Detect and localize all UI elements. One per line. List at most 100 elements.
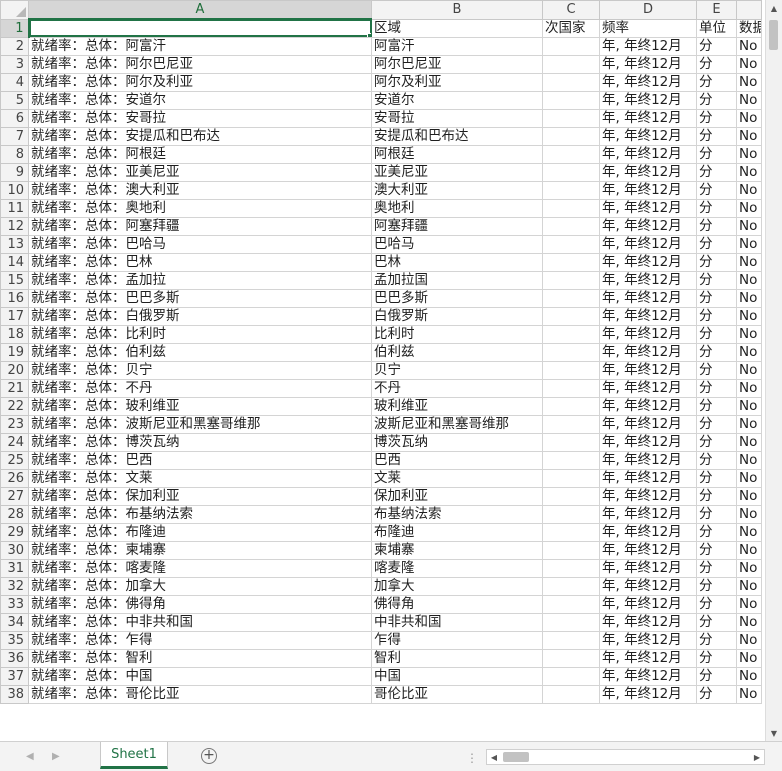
- cell-e[interactable]: 分: [696, 108, 737, 128]
- row-header[interactable]: 13: [0, 234, 29, 254]
- cell-c1[interactable]: 次国家: [542, 18, 600, 38]
- cell-b[interactable]: 布隆迪: [371, 522, 543, 542]
- cell-b[interactable]: 阿尔巴尼亚: [371, 54, 543, 74]
- cell-c[interactable]: [542, 252, 600, 272]
- cell-d[interactable]: 年, 年终12月: [599, 378, 697, 398]
- cell-c[interactable]: [542, 558, 600, 578]
- cell-f[interactable]: No: [736, 252, 762, 272]
- cell-f[interactable]: No: [736, 486, 762, 506]
- cell-f[interactable]: No: [736, 306, 762, 326]
- cell-f[interactable]: No: [736, 612, 762, 632]
- cell-c[interactable]: [542, 342, 600, 362]
- plus-circle-icon[interactable]: +: [201, 748, 217, 764]
- cell-f[interactable]: No: [736, 342, 762, 362]
- cell-b[interactable]: 中非共和国: [371, 612, 543, 632]
- cell-b[interactable]: 加拿大: [371, 576, 543, 596]
- cell-a1-selected[interactable]: [28, 18, 372, 38]
- cell-e[interactable]: 分: [696, 666, 737, 686]
- cell-a[interactable]: 就绪率：总体：阿塞拜疆: [28, 216, 372, 236]
- cell-b1[interactable]: 区域: [371, 18, 543, 38]
- cell-b[interactable]: 澳大利亚: [371, 180, 543, 200]
- cell-f[interactable]: No: [736, 216, 762, 236]
- cell-f[interactable]: No: [736, 630, 762, 650]
- cell-d1[interactable]: 频率: [599, 18, 697, 38]
- cell-e[interactable]: 分: [696, 612, 737, 632]
- cell-c[interactable]: [542, 666, 600, 686]
- cell-a[interactable]: 就绪率：总体：布隆迪: [28, 522, 372, 542]
- cell-b[interactable]: 喀麦隆: [371, 558, 543, 578]
- cell-e[interactable]: 分: [696, 450, 737, 470]
- column-header-a[interactable]: A: [28, 0, 372, 20]
- cell-a[interactable]: 就绪率：总体：巴林: [28, 252, 372, 272]
- column-header-f[interactable]: [736, 0, 762, 20]
- cell-a[interactable]: 就绪率：总体：比利时: [28, 324, 372, 344]
- cell-d[interactable]: 年, 年终12月: [599, 36, 697, 56]
- cell-a[interactable]: 就绪率：总体：白俄罗斯: [28, 306, 372, 326]
- row-header[interactable]: 2: [0, 36, 29, 56]
- cell-d[interactable]: 年, 年终12月: [599, 558, 697, 578]
- cell-c[interactable]: [542, 180, 600, 200]
- cell-a[interactable]: 就绪率：总体：安提瓜和巴布达: [28, 126, 372, 146]
- cell-f[interactable]: No: [736, 396, 762, 416]
- cell-b[interactable]: 阿塞拜疆: [371, 216, 543, 236]
- cell-d[interactable]: 年, 年终12月: [599, 576, 697, 596]
- cell-e[interactable]: 分: [696, 198, 737, 218]
- cell-c[interactable]: [542, 396, 600, 416]
- cell-b[interactable]: 乍得: [371, 630, 543, 650]
- cell-b[interactable]: 哥伦比亚: [371, 684, 543, 704]
- cell-c[interactable]: [542, 612, 600, 632]
- cell-c[interactable]: [542, 72, 600, 92]
- row-header[interactable]: 34: [0, 612, 29, 632]
- cell-c[interactable]: [542, 684, 600, 704]
- row-header[interactable]: 23: [0, 414, 29, 434]
- cell-d[interactable]: 年, 年终12月: [599, 594, 697, 614]
- cell-f[interactable]: No: [736, 450, 762, 470]
- row-header[interactable]: 9: [0, 162, 29, 182]
- cell-d[interactable]: 年, 年终12月: [599, 522, 697, 542]
- cell-c[interactable]: [542, 198, 600, 218]
- cell-e[interactable]: 分: [696, 54, 737, 74]
- cell-e[interactable]: 分: [696, 414, 737, 434]
- cell-f[interactable]: No: [736, 684, 762, 704]
- cell-c[interactable]: [542, 414, 600, 434]
- cell-d[interactable]: 年, 年终12月: [599, 450, 697, 470]
- row-header[interactable]: 12: [0, 216, 29, 236]
- cell-c[interactable]: [542, 486, 600, 506]
- cell-d[interactable]: 年, 年终12月: [599, 144, 697, 164]
- cell-f[interactable]: No: [736, 540, 762, 560]
- cell-c[interactable]: [542, 576, 600, 596]
- cell-f1[interactable]: 数据: [736, 18, 762, 38]
- cell-f[interactable]: No: [736, 648, 762, 668]
- cell-a[interactable]: 就绪率：总体：智利: [28, 648, 372, 668]
- cell-c[interactable]: [542, 360, 600, 380]
- row-header[interactable]: 21: [0, 378, 29, 398]
- cell-f[interactable]: No: [736, 198, 762, 218]
- cell-f[interactable]: No: [736, 414, 762, 434]
- cell-a[interactable]: 就绪率：总体：巴巴多斯: [28, 288, 372, 308]
- cell-e[interactable]: 分: [696, 306, 737, 326]
- cell-e[interactable]: 分: [696, 648, 737, 668]
- row-header[interactable]: 26: [0, 468, 29, 488]
- cell-d[interactable]: 年, 年终12月: [599, 468, 697, 488]
- cell-d[interactable]: 年, 年终12月: [599, 684, 697, 704]
- row-header[interactable]: 31: [0, 558, 29, 578]
- cell-e[interactable]: 分: [696, 684, 737, 704]
- cell-b[interactable]: 白俄罗斯: [371, 306, 543, 326]
- cell-d[interactable]: 年, 年终12月: [599, 54, 697, 74]
- cell-c[interactable]: [542, 540, 600, 560]
- cell-c[interactable]: [542, 522, 600, 542]
- row-header[interactable]: 36: [0, 648, 29, 668]
- cell-e[interactable]: 分: [696, 540, 737, 560]
- cell-f[interactable]: No: [736, 504, 762, 524]
- cell-a[interactable]: 就绪率：总体：哥伦比亚: [28, 684, 372, 704]
- cell-table[interactable]: A B C D E 1 区域 次国家 频率 单位 数据 2就绪率：总体：阿富汗阿…: [0, 0, 762, 704]
- cell-a[interactable]: 就绪率：总体：巴西: [28, 450, 372, 470]
- cell-f[interactable]: No: [736, 108, 762, 128]
- cell-d[interactable]: 年, 年终12月: [599, 72, 697, 92]
- cell-f[interactable]: No: [736, 378, 762, 398]
- row-header[interactable]: 24: [0, 432, 29, 452]
- select-all-corner[interactable]: [0, 0, 29, 20]
- cell-e[interactable]: 分: [696, 36, 737, 56]
- row-header[interactable]: 10: [0, 180, 29, 200]
- cell-e[interactable]: 分: [696, 630, 737, 650]
